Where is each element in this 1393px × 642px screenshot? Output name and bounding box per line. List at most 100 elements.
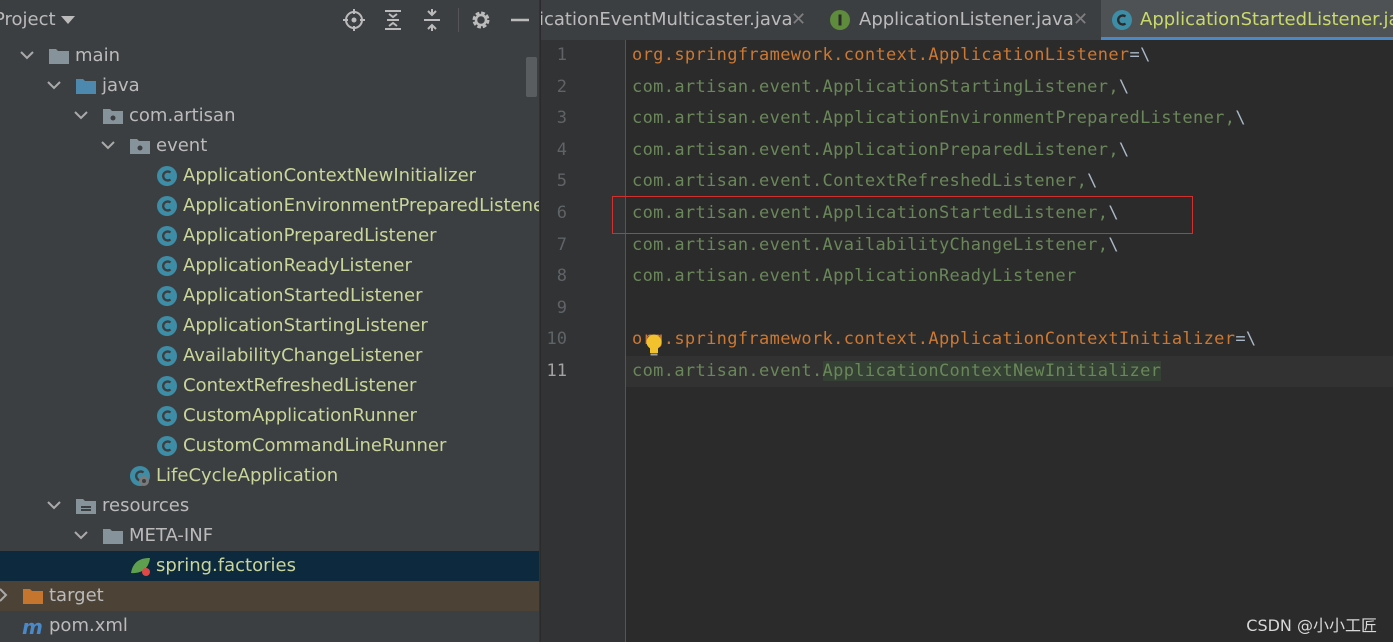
tree-item-target[interactable]: target <box>0 581 539 611</box>
class-icon <box>157 406 177 426</box>
source-folder-icon <box>76 79 96 94</box>
chevron-down-icon[interactable] <box>45 76 63 94</box>
tree-item-event[interactable]: event <box>0 131 539 161</box>
tab-application-event-multicaster[interactable]: icationEventMulticaster.java ✕ <box>541 0 821 40</box>
tree-item-label: CustomApplicationRunner <box>183 405 417 426</box>
locate-icon[interactable] <box>342 8 366 32</box>
close-icon[interactable]: ✕ <box>791 9 806 30</box>
tree-item-customapplicationrunner[interactable]: CustomApplicationRunner <box>0 401 539 431</box>
tree-item-label: resources <box>102 495 190 516</box>
tree-item-label: ApplicationStartingListener <box>183 315 428 336</box>
tree-item-main[interactable]: main <box>0 41 539 71</box>
line-continuation: =\ <box>1129 45 1151 65</box>
line-number: 1 <box>556 45 567 65</box>
tree-item-applicationcontextnewinitializer[interactable]: ApplicationContextNewInitializer <box>0 161 539 191</box>
code-line-7[interactable]: com.artisan.event.AvailabilityChangeList… <box>632 235 1119 255</box>
property-value: ApplicationContextNewInitializer <box>822 361 1162 381</box>
view-dropdown-icon[interactable] <box>61 16 75 24</box>
tree-item-label: META-INF <box>129 525 214 546</box>
tab-application-started-listener[interactable]: ApplicationStartedListener.jav <box>1101 0 1393 40</box>
tree-item-applicationstartinglistener[interactable]: ApplicationStartingListener <box>0 311 539 341</box>
line-number: 3 <box>556 108 567 129</box>
property-key: org.springframework.context.ApplicationC… <box>632 329 1236 350</box>
project-panel-header: Project <box>0 0 539 40</box>
tree-item-lifecycleapplication[interactable]: LifeCycleApplication <box>0 461 539 491</box>
tree-item-label: main <box>75 45 120 66</box>
tree-item-label: pom.xml <box>49 615 128 636</box>
code-line-4[interactable]: com.artisan.event.ApplicationPreparedLis… <box>632 140 1130 160</box>
tree-item-spring-factories[interactable]: spring.factories <box>0 551 539 581</box>
tree-item-label: spring.factories <box>156 555 296 576</box>
line-continuation: \ <box>1108 234 1119 255</box>
tree-item-applicationreadylistener[interactable]: ApplicationReadyListener <box>0 251 539 281</box>
tree-item-label: LifeCycleApplication <box>156 465 339 486</box>
tab-label: ApplicationStartedListener.jav <box>1140 9 1393 30</box>
line-number: 9 <box>556 297 567 318</box>
spring-leaf-icon <box>131 558 150 576</box>
line-continuation: =\ <box>1235 329 1257 350</box>
tree-item-label: ApplicationReadyListener <box>183 255 412 276</box>
folder-icon <box>49 49 69 64</box>
tree-item-applicationpreparedlistener[interactable]: ApplicationPreparedListener <box>0 221 539 251</box>
line-number: 5 <box>556 171 567 192</box>
line-continuation: \ <box>1118 76 1130 97</box>
code-line-10[interactable]: org.springframework.context.ApplicationC… <box>632 329 1257 349</box>
chevron-down-icon[interactable] <box>99 136 117 154</box>
line-continuation: \ <box>1087 171 1098 192</box>
tab-application-listener[interactable]: ApplicationListener.java ✕ <box>823 0 1099 40</box>
tree-item-label: ApplicationEnvironmentPreparedListener <box>183 195 539 216</box>
spring-boot-class-icon <box>130 466 150 486</box>
svg-text:m: m <box>22 615 43 637</box>
expand-all-icon[interactable] <box>381 8 405 32</box>
chevron-down-icon[interactable] <box>72 526 90 544</box>
tree-item-availabilitychangelistener[interactable]: AvailabilityChangeListener <box>0 341 539 371</box>
property-value: com.artisan.event.ApplicationStartingLis… <box>632 76 1119 97</box>
class-icon <box>157 256 177 276</box>
tree-item-com-artisan[interactable]: com.artisan <box>0 101 539 131</box>
interface-icon <box>830 10 850 30</box>
tree-item-label: AvailabilityChangeListener <box>183 345 423 366</box>
tree-item-pom-xml[interactable]: m pom.xml <box>0 611 539 641</box>
project-panel-title[interactable]: Project <box>0 9 56 30</box>
line-number: 8 <box>556 266 567 287</box>
annotation-box <box>612 196 1193 234</box>
chevron-down-icon[interactable] <box>45 496 63 514</box>
chevron-down-icon[interactable] <box>72 106 90 124</box>
line-continuation: \ <box>1118 139 1130 160</box>
tree-item-java[interactable]: java <box>0 71 539 101</box>
tree-item-label: ApplicationStartedListener <box>183 285 423 306</box>
tree-item-meta-inf[interactable]: META-INF <box>0 521 539 551</box>
hide-panel-icon[interactable] <box>508 8 532 32</box>
chevron-down-icon[interactable] <box>18 46 36 64</box>
chevron-right-icon[interactable] <box>0 586 12 604</box>
line-number: 4 <box>556 139 567 160</box>
tree-item-resources[interactable]: resources <box>0 491 539 521</box>
class-icon <box>157 376 177 396</box>
collapse-all-icon[interactable] <box>420 8 444 32</box>
lightbulb-icon[interactable] <box>644 333 664 357</box>
tree-item-contextrefreshedlistener[interactable]: ContextRefreshedListener <box>0 371 539 401</box>
code-line-11[interactable]: com.artisan.event.ApplicationContextNewI… <box>632 361 1162 381</box>
line-number: 10 <box>546 329 567 350</box>
active-tab-indicator <box>1101 37 1393 40</box>
property-value: com.artisan.event.ApplicationPreparedLis… <box>632 139 1119 160</box>
tree-scrollbar[interactable] <box>526 57 537 97</box>
line-number: 6 <box>556 203 567 223</box>
property-value: com.artisan.event.ApplicationReadyListen… <box>632 266 1077 287</box>
property-value: com.artisan.event.AvailabilityChangeList… <box>632 234 1109 255</box>
line-continuation: \ <box>1235 108 1246 129</box>
class-icon <box>157 196 177 216</box>
code-line-1[interactable]: org.springframework.context.ApplicationL… <box>632 45 1151 65</box>
tab-label: icationEventMulticaster.java <box>541 9 793 30</box>
package-icon <box>103 109 123 124</box>
gear-icon[interactable] <box>469 8 493 32</box>
code-line-8[interactable]: com.artisan.event.ApplicationReadyListen… <box>632 266 1077 286</box>
property-value: com.artisan.event.ApplicationEnvironment… <box>632 108 1236 129</box>
tree-item-customcommandlinerunner[interactable]: CustomCommandLineRunner <box>0 431 539 461</box>
code-line-2[interactable]: com.artisan.event.ApplicationStartingLis… <box>632 77 1130 97</box>
tree-item-applicationenvironmentpreparedlistener[interactable]: ApplicationEnvironmentPreparedListener <box>0 191 539 221</box>
tree-item-applicationstartedlistener[interactable]: ApplicationStartedListener <box>0 281 539 311</box>
close-icon[interactable]: ✕ <box>1073 9 1088 30</box>
code-line-5[interactable]: com.artisan.event.ContextRefreshedListen… <box>632 171 1098 191</box>
code-line-3[interactable]: com.artisan.event.ApplicationEnvironment… <box>632 108 1246 128</box>
